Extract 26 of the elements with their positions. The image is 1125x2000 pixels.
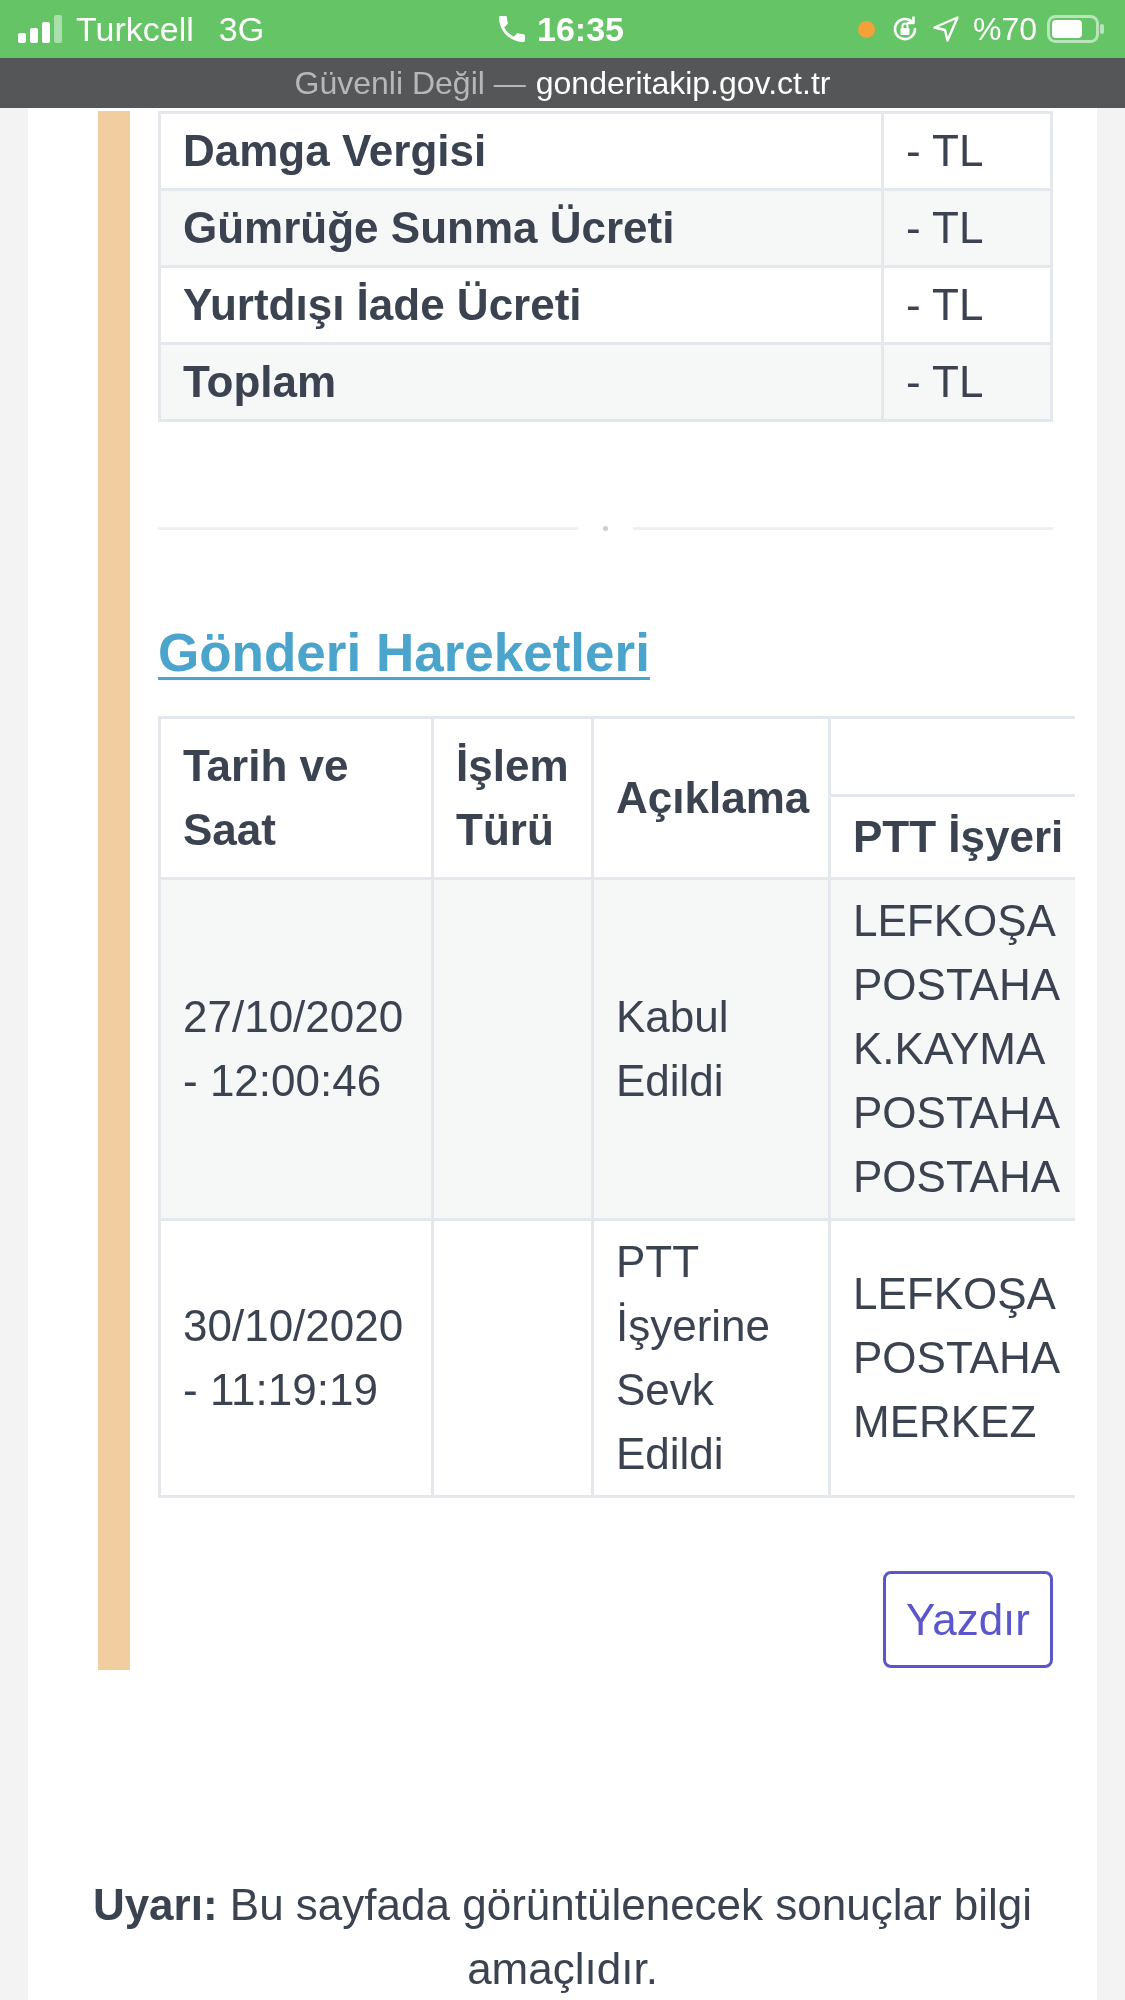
row-header: Gümrüğe Sunma Ücreti [159,189,883,267]
table-cell: PTT İşyerine Sevk Edildi [592,1219,830,1497]
table-cell: - TL [882,189,1052,267]
status-dot-icon [857,20,875,38]
battery-icon [1047,15,1105,43]
row-header: Toplam [159,343,883,421]
warning-notice: Uyarı: Bu sayfada görüntülenecek sonuçlar bilgi amaçlıdır. [91,1879,1034,1995]
carrier-name: Turkcell [76,9,194,49]
url-text[interactable]: gonderitakip.gov.ct.tr [535,63,831,103]
dot-icon [603,526,608,531]
signal-icon [18,15,64,43]
column-header: Tarih ve Saat [159,717,433,879]
print-button[interactable]: Yazdır [883,1571,1053,1668]
column-header: İşlem Türü [432,717,593,879]
table-cell: LEFKOŞA POSTAHA K.KAYMA POSTAHA POSTAHA [829,878,1075,1220]
table-cell: 30/10/2020 - 11:19:19 [159,1219,433,1497]
security-warning: Güvenli Değil — [294,64,526,103]
table-cell: Kabul Edildi [592,878,830,1220]
network-type: 3G [218,9,265,49]
table-cell: - TL [882,343,1052,421]
clock-time: 16:35 [537,9,624,49]
row-header: Damga Vergisi [159,112,883,190]
table-cell: 27/10/2020 - 12:00:46 [159,878,433,1220]
location-arrow-icon [932,16,959,42]
phone-icon [499,16,525,42]
battery-percent: %70 [972,10,1037,49]
